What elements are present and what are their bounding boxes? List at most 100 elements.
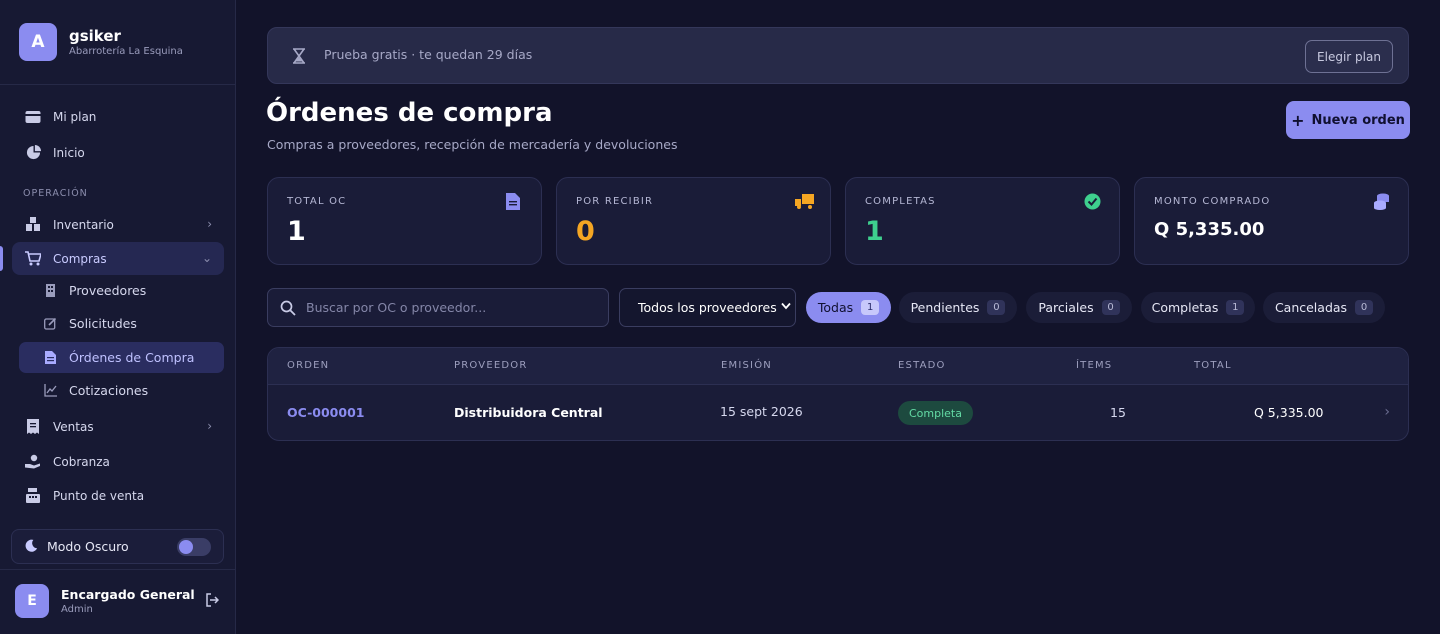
brand-subtitle: Abarrotería La Esquina — [69, 45, 183, 57]
sidebar-item-punto-de-venta[interactable]: Punto de venta — [12, 479, 224, 512]
sidebar-item-inventario[interactable]: Inventario › — [12, 208, 224, 241]
status-badge: Completa — [898, 401, 973, 425]
stat-label: COMPLETAS — [865, 196, 936, 207]
chart-icon — [43, 384, 57, 398]
edit-icon — [43, 317, 57, 331]
sidebar-divider — [0, 84, 235, 85]
provider-select[interactable]: Todos los proveedores — [619, 288, 796, 327]
stat-card-por-recibir: POR RECIBIR 0 — [556, 177, 831, 265]
filter-pill-label: Parciales — [1038, 300, 1094, 315]
sidebar-item-label: Inicio — [53, 145, 85, 160]
pie-chart-icon — [25, 145, 41, 161]
sidebar-subitem-ordenes-de-compra[interactable]: Órdenes de Compra — [19, 342, 224, 373]
column-header[interactable]: EMISIÓN — [721, 360, 772, 371]
filter-pill-completas[interactable]: Completas 1 — [1141, 292, 1255, 323]
sidebar-subitem-label: Solicitudes — [69, 316, 137, 331]
hand-coin-icon — [25, 454, 41, 470]
filter-pill-count: 1 — [861, 300, 880, 315]
sidebar-subitem-proveedores[interactable]: Proveedores — [19, 275, 224, 306]
provider-select-value: Todos los proveedores — [638, 300, 777, 315]
filter-pill-pendientes[interactable]: Pendientes 0 — [899, 292, 1017, 323]
provider-cell: Distribuidora Central — [454, 405, 603, 420]
orders-table: ORDEN PROVEEDOR EMISIÓN ESTADO ÍTEMS TOT… — [267, 347, 1409, 441]
document-icon — [506, 193, 524, 211]
sidebar-subitem-label: Proveedores — [69, 283, 147, 298]
user-profile[interactable]: E Encargado General Admin — [15, 584, 225, 618]
trial-text: Prueba gratis · te quedan 29 días — [324, 47, 533, 62]
sidebar-divider — [0, 569, 235, 570]
stat-value: 1 — [865, 216, 884, 247]
chevron-down-icon: ⌄ — [201, 251, 212, 265]
stat-value: Q 5,335.00 — [1154, 219, 1265, 240]
sidebar-item-inicio[interactable]: Inicio — [12, 136, 224, 169]
column-header[interactable]: TOTAL — [1194, 360, 1232, 371]
moon-icon — [25, 539, 38, 555]
chevron-right-icon: › — [207, 217, 212, 231]
new-order-button[interactable]: + Nueva orden — [1286, 101, 1410, 139]
sidebar-subitem-label: Órdenes de Compra — [69, 350, 195, 365]
filter-pill-canceladas[interactable]: Canceladas 0 — [1263, 292, 1385, 323]
column-header[interactable]: ORDEN — [287, 360, 329, 371]
dark-mode-switch[interactable] — [177, 538, 211, 556]
stat-label: MONTO COMPRADO — [1154, 196, 1271, 207]
sidebar-item-cobranza[interactable]: Cobranza — [12, 445, 224, 478]
plus-icon: + — [1291, 110, 1305, 130]
page-title: Órdenes de compra — [266, 98, 553, 128]
items-cell: 15 — [1110, 405, 1126, 420]
search-input[interactable] — [306, 289, 601, 326]
filter-pill-todas[interactable]: Todas 1 — [806, 292, 891, 323]
cart-icon — [25, 251, 41, 267]
chevron-right-icon: › — [207, 419, 212, 433]
dark-mode-label: Modo Oscuro — [47, 539, 129, 554]
column-header[interactable]: ÍTEMS — [1076, 360, 1112, 371]
stat-label: POR RECIBIR — [576, 196, 654, 207]
boxes-icon — [25, 217, 41, 233]
dark-mode-toggle-row[interactable]: Modo Oscuro — [11, 529, 224, 564]
sidebar-item-compras[interactable]: Compras ⌄ — [12, 242, 224, 275]
page-subtitle: Compras a proveedores, recepción de merc… — [267, 137, 678, 152]
order-link[interactable]: OC-000001 — [287, 405, 364, 420]
building-icon — [43, 284, 57, 298]
filter-pill-label: Completas — [1151, 300, 1219, 315]
coins-icon — [1373, 193, 1391, 211]
sidebar-item-ventas[interactable]: Ventas › — [12, 410, 224, 443]
filter-pill-count: 0 — [1101, 300, 1120, 315]
brand-name: gsiker — [69, 26, 121, 45]
section-label: OPERACIÓN — [23, 188, 88, 199]
sidebar-subitem-solicitudes[interactable]: Solicitudes — [19, 308, 224, 339]
filter-pill-parciales[interactable]: Parciales 0 — [1026, 292, 1132, 323]
sidebar-item-label: Mi plan — [53, 109, 97, 124]
filter-pill-count: 0 — [1355, 300, 1374, 315]
sidebar-subitem-cotizaciones[interactable]: Cotizaciones — [19, 375, 224, 406]
table-header: ORDEN PROVEEDOR EMISIÓN ESTADO ÍTEMS TOT… — [268, 348, 1408, 385]
truck-icon — [795, 193, 814, 211]
receipt-icon — [25, 419, 41, 435]
hourglass-icon — [292, 48, 306, 64]
logout-icon[interactable] — [205, 592, 221, 608]
sidebar-subitem-label: Cotizaciones — [69, 383, 149, 398]
cash-register-icon — [25, 488, 41, 504]
trial-banner: Prueba gratis · te quedan 29 días Elegir… — [267, 27, 1409, 84]
brand[interactable]: A gsiker Abarrotería La Esquina — [19, 23, 183, 61]
column-header[interactable]: PROVEEDOR — [454, 360, 527, 371]
filter-pill-count: 1 — [1226, 300, 1245, 315]
new-order-label: Nueva orden — [1311, 112, 1405, 128]
document-icon — [43, 351, 57, 365]
card-icon — [25, 109, 41, 125]
user-role: Admin — [61, 603, 93, 615]
filter-pill-label: Todas — [817, 300, 854, 315]
date-cell: 15 sept 2026 — [720, 404, 803, 419]
search-icon — [280, 300, 296, 316]
user-name: Encargado General — [61, 586, 195, 602]
chevron-down-icon — [781, 302, 791, 313]
choose-plan-button[interactable]: Elegir plan — [1305, 40, 1393, 73]
chevron-right-icon[interactable]: › — [1384, 404, 1390, 420]
stat-card-total-oc: TOTAL OC 1 — [267, 177, 542, 265]
sidebar-item-mi-plan[interactable]: Mi plan — [12, 100, 224, 133]
filter-pill-label: Pendientes — [910, 300, 980, 315]
column-header[interactable]: ESTADO — [898, 360, 946, 371]
stat-value: 0 — [576, 216, 595, 247]
filter-pill-count: 0 — [987, 300, 1006, 315]
avatar: E — [15, 584, 49, 618]
stat-card-completas: COMPLETAS 1 — [845, 177, 1120, 265]
